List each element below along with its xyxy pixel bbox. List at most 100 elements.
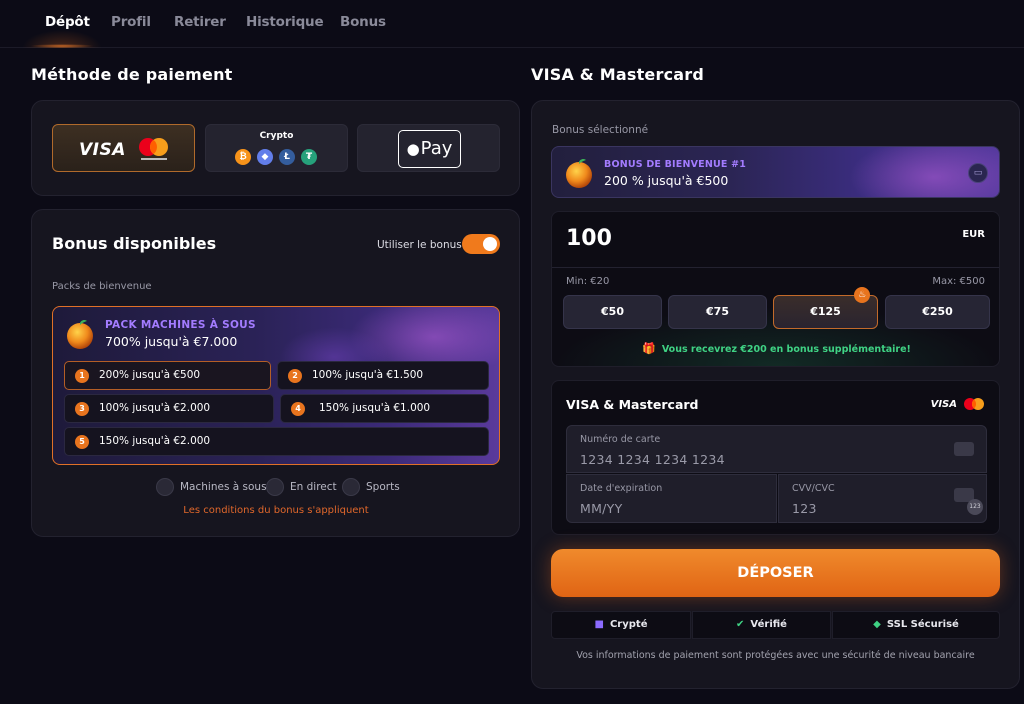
credit-card-icon xyxy=(954,442,974,456)
tab-bonus[interactable]: Bonus xyxy=(340,14,386,30)
fruit-icon xyxy=(566,158,592,188)
apple-pay-logo: ●Pay xyxy=(398,130,461,168)
security-badges: ■ Crypté ✔ Vérifié ◆ SSL Sécurisé xyxy=(551,611,1000,639)
cvc-badge: 123 xyxy=(967,499,983,515)
tier-text: 150% jusqu'à €2.000 xyxy=(99,435,211,447)
cvc-field[interactable]: CVV/CVC 123 123 xyxy=(778,474,987,523)
preset-amount-button[interactable]: €250 xyxy=(885,295,990,329)
amount-input[interactable]: 100 xyxy=(566,226,612,251)
mastercard-icon xyxy=(964,398,984,410)
tier-text: 150% jusqu'à €1.000 xyxy=(319,402,431,414)
gift-icon: 🎁 xyxy=(642,342,656,355)
expiry-input[interactable]: MM/YY xyxy=(580,501,623,516)
bonus-tier[interactable]: 4 150% jusqu'à €1.000 xyxy=(280,394,489,423)
tier-number: 3 xyxy=(75,402,89,416)
selected-bonus-label: Bonus sélectionné xyxy=(552,124,649,136)
visa-logo: VISA xyxy=(79,140,126,160)
security-footer-note: Vos informations de paiement sont protég… xyxy=(576,650,975,661)
tag-label: Machines à sous xyxy=(180,481,267,493)
field-label: CVV/CVC xyxy=(792,483,835,494)
tab-profil[interactable]: Profil xyxy=(111,14,151,30)
tether-icon: ₮ xyxy=(301,149,317,165)
tier-text: 100% jusqu'à €1.500 xyxy=(312,369,424,381)
card-form-title: VISA & Mastercard xyxy=(566,397,699,412)
tier-number: 1 xyxy=(75,369,89,383)
currency-label: EUR xyxy=(962,229,985,240)
selected-bonus-name: BONUS DE BIENVENUE #1 xyxy=(604,159,747,170)
fruit-icon xyxy=(67,319,93,349)
card-form: VISA & Mastercard VISA Numéro de carte 1… xyxy=(551,380,1000,535)
tier-number: 2 xyxy=(288,369,302,383)
lock-icon: ■ xyxy=(594,619,604,630)
expiry-field[interactable]: Date d'expiration MM/YY xyxy=(566,474,777,523)
top-tab-bar: Dépôt Profil Retirer Historique Bonus xyxy=(0,0,1024,48)
deposit-button[interactable]: DÉPOSER xyxy=(551,549,1000,597)
field-label: Date d'expiration xyxy=(580,483,663,494)
tier-text: 100% jusqu'à €2.000 xyxy=(99,402,211,414)
tag-label: Sports xyxy=(366,481,400,493)
ethereum-icon: ◆ xyxy=(257,149,273,165)
slots-icon xyxy=(156,478,174,496)
min-amount: Min: €20 xyxy=(566,276,610,287)
bonus-tier[interactable]: 2 100% jusqu'à €1.500 xyxy=(277,361,489,390)
remove-bonus-icon[interactable]: ▭ xyxy=(968,163,988,183)
pack-subtitle: 700% jusqu'à €7.000 xyxy=(105,334,238,349)
slots-pack-card[interactable]: PACK MACHINES À SOUS 700% jusqu'à €7.000… xyxy=(52,306,500,465)
shield-icon: ◆ xyxy=(873,619,881,630)
payment-option-apple-pay[interactable]: ●Pay xyxy=(357,124,500,172)
apple-pay-label: Pay xyxy=(420,138,453,159)
security-badge-ssl: ◆ SSL Sécurisé xyxy=(832,611,1000,639)
preset-amount-button[interactable]: €75 xyxy=(668,295,767,329)
bitcoin-icon: ₿ xyxy=(235,149,251,165)
active-tab-indicator xyxy=(30,44,94,48)
litecoin-icon: Ł xyxy=(279,149,295,165)
use-bonus-label: Utiliser le bonus xyxy=(377,239,462,251)
use-bonus-toggle[interactable] xyxy=(462,234,500,254)
pack-name: PACK MACHINES À SOUS xyxy=(105,319,256,331)
bonus-tier[interactable]: 1 200% jusqu'à €500 xyxy=(64,361,271,390)
tab-depot[interactable]: Dépôt xyxy=(45,14,90,30)
apple-icon: ● xyxy=(406,140,420,158)
payment-option-crypto[interactable]: Crypto ₿ ◆ Ł ₮ xyxy=(205,124,348,172)
preset-amount-button[interactable]: €50 xyxy=(563,295,662,329)
payment-option-visa-mastercard[interactable]: VISA xyxy=(52,124,195,172)
amount-section: 100 EUR Min: €20 Max: €500 €50 €75 €125 … xyxy=(551,211,1000,367)
visa-logo: VISA xyxy=(930,399,957,410)
card-number-input[interactable]: 1234 1234 1234 1234 xyxy=(580,452,725,467)
tab-historique[interactable]: Historique xyxy=(246,14,324,30)
mastercard-icon xyxy=(139,138,168,160)
security-label: SSL Sécurisé xyxy=(886,619,959,630)
payment-method-title: Méthode de paiement xyxy=(31,65,233,84)
sports-icon xyxy=(342,478,360,496)
tier-text: 200% jusqu'à €500 xyxy=(99,369,201,381)
tab-retirer[interactable]: Retirer xyxy=(174,14,226,30)
bonus-conditions-link[interactable]: Les conditions du bonus s'appliquent xyxy=(0,505,552,516)
card-logos: VISA xyxy=(925,397,985,411)
packs-label: Packs de bienvenue xyxy=(52,281,152,292)
tag-label: En direct xyxy=(290,481,337,493)
divider xyxy=(552,267,999,268)
selected-bonus-subtitle: 200 % jusqu'à €500 xyxy=(604,173,729,188)
security-label: Vérifié xyxy=(750,619,787,630)
tier-number: 4 xyxy=(291,402,305,416)
security-badge-verified: ✔ Vérifié xyxy=(692,611,831,639)
cvc-input[interactable]: 123 xyxy=(792,501,817,516)
card-number-field[interactable]: Numéro de carte 1234 1234 1234 1234 xyxy=(566,425,987,473)
bonus-tier[interactable]: 5 150% jusqu'à €2.000 xyxy=(64,427,489,456)
payment-form-title: VISA & Mastercard xyxy=(531,65,704,84)
security-badge-encrypted: ■ Crypté xyxy=(551,611,691,639)
tier-number: 5 xyxy=(75,435,89,449)
field-label: Numéro de carte xyxy=(580,434,661,445)
security-label: Crypté xyxy=(609,619,648,630)
max-amount: Max: €500 xyxy=(932,276,985,287)
bonus-panel-title: Bonus disponibles xyxy=(52,234,217,253)
crypto-label: Crypto xyxy=(259,131,294,141)
live-icon xyxy=(266,478,284,496)
toggle-knob xyxy=(483,237,497,251)
extra-bonus-message: 🎁 Vous recevrez €200 en bonus supplémenta… xyxy=(552,342,999,355)
extra-bonus-text: Vous recevrez €200 en bonus supplémentai… xyxy=(661,344,911,355)
fire-icon: ♨ xyxy=(854,287,870,303)
check-circle-icon: ✔ xyxy=(736,619,745,630)
selected-bonus-card[interactable]: BONUS DE BIENVENUE #1 200 % jusqu'à €500… xyxy=(551,146,1000,198)
bonus-tier[interactable]: 3 100% jusqu'à €2.000 xyxy=(64,394,274,423)
